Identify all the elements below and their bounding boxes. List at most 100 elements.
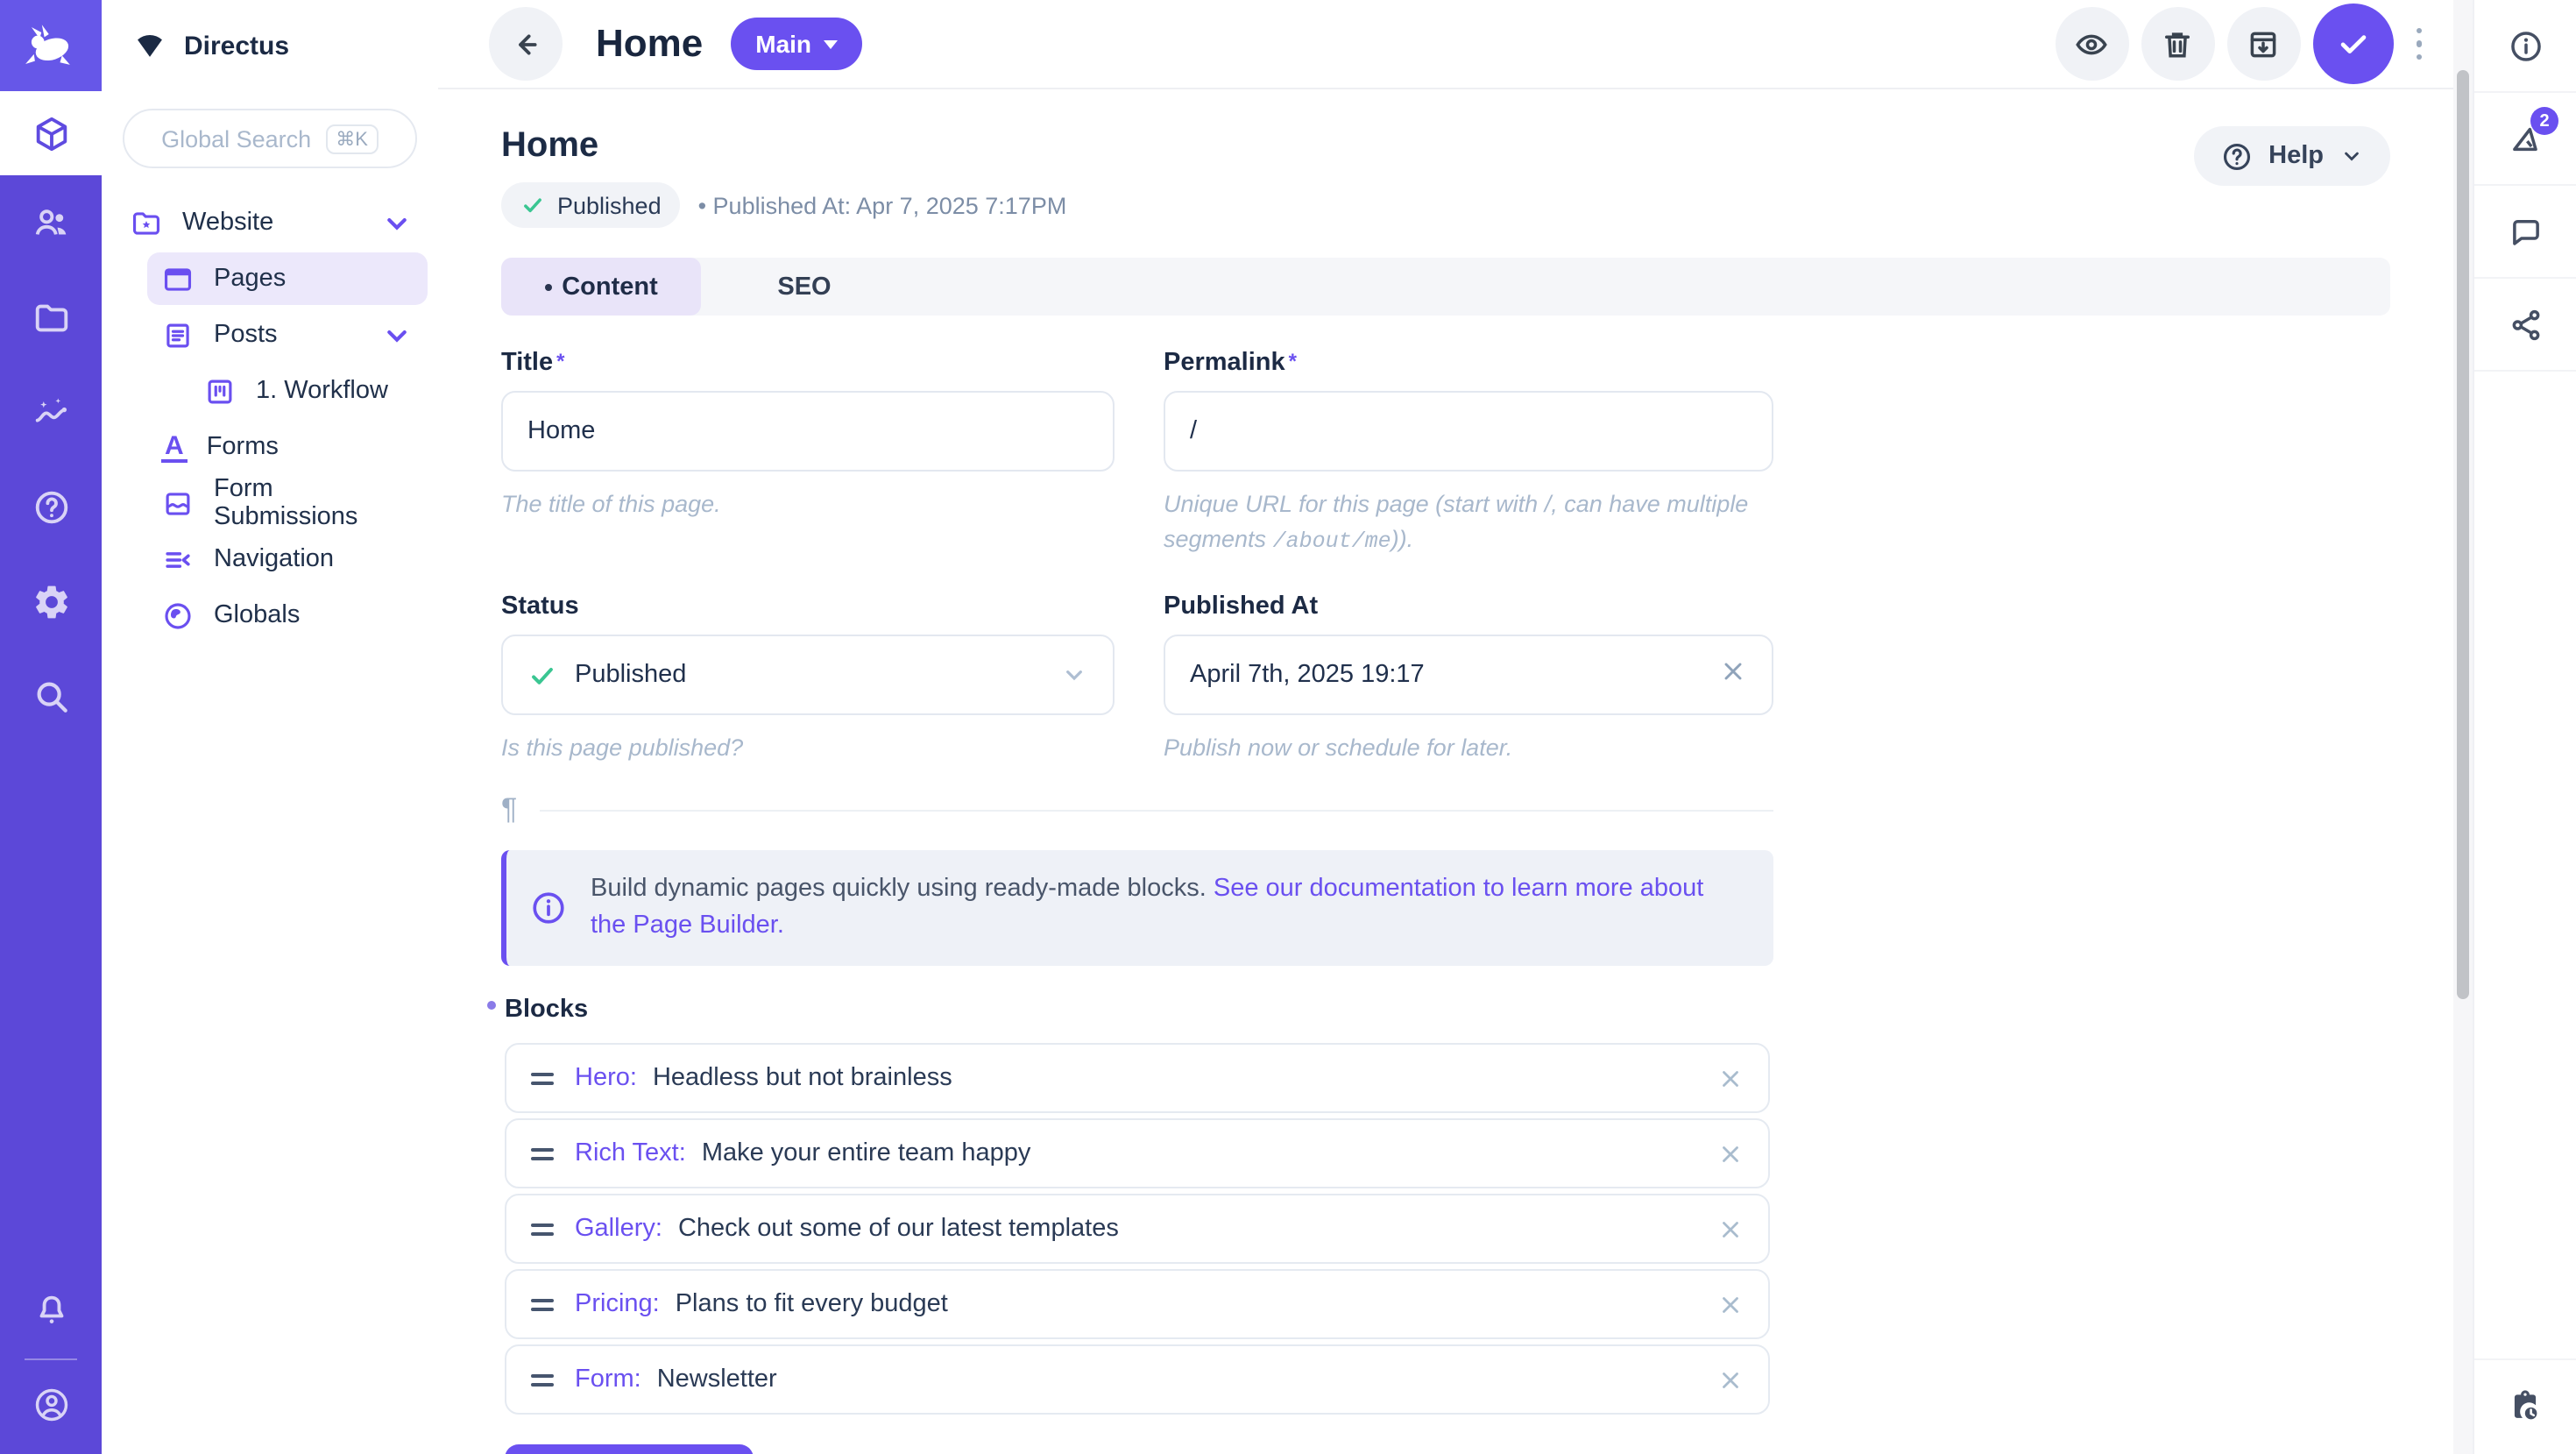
block-type-link[interactable]: Pricing: <box>575 1291 660 1319</box>
module-files[interactable] <box>0 270 102 365</box>
permalink-input[interactable] <box>1190 417 1747 445</box>
status-label: Status <box>501 592 1115 621</box>
insights-icon <box>31 392 71 432</box>
chevron-down-icon <box>2339 144 2364 168</box>
chevron-down-icon <box>1060 661 1088 689</box>
check-small-icon <box>520 193 545 217</box>
remove-block-button[interactable] <box>1717 1066 1744 1092</box>
info-icon <box>2507 27 2544 64</box>
close-icon <box>1717 1141 1744 1167</box>
user-menu-button[interactable] <box>0 1357 102 1451</box>
preview-button[interactable] <box>2055 7 2128 81</box>
sidebar-item-label: Navigation <box>214 545 334 573</box>
sidebar-revisions-button[interactable] <box>2474 1358 2576 1454</box>
remove-block-button[interactable] <box>1717 1216 1744 1243</box>
clipboard-clock-icon <box>2506 1388 2544 1427</box>
drag-handle-icon[interactable] <box>531 1148 554 1160</box>
sidebar-item-label: Pages <box>214 265 286 293</box>
block-type-link[interactable]: Gallery: <box>575 1216 662 1244</box>
published-at-field[interactable]: April 7th, 2025 19:17 <box>1164 635 1773 715</box>
status-badge: Published <box>501 182 681 228</box>
module-insights[interactable] <box>0 365 102 459</box>
navigation-sidebar: Directus Global Search ⌘K Website Pages … <box>102 0 438 1454</box>
sidebar-item-navigation[interactable]: Navigation <box>147 533 428 585</box>
tab-bar: Content SEO <box>501 258 2390 316</box>
sidebar-notifications-button[interactable]: 2 <box>2474 93 2576 186</box>
info-icon <box>529 890 568 928</box>
module-content[interactable] <box>0 91 102 175</box>
sidebar-item-globals[interactable]: Globals <box>147 589 428 642</box>
block-type-link[interactable]: Hero: <box>575 1065 637 1093</box>
close-icon <box>1717 1292 1744 1318</box>
drag-handle-icon[interactable] <box>531 1374 554 1387</box>
archive-icon <box>2245 25 2282 62</box>
sidebar-item-posts[interactable]: Posts <box>147 309 428 361</box>
check-icon <box>2333 25 2372 63</box>
module-settings[interactable] <box>0 554 102 649</box>
banner-text: Build dynamic pages quickly using ready-… <box>591 876 1214 904</box>
form-grid: Title* Permalink* The title of this page… <box>438 316 2453 767</box>
cube-icon <box>31 113 71 153</box>
help-button[interactable]: Help <box>2193 126 2390 186</box>
notifications-button[interactable] <box>0 1262 102 1357</box>
sidebar-item-forms[interactable]: A Forms <box>147 421 428 473</box>
sidebar-item-label: Forms <box>207 433 279 461</box>
arrow-left-icon <box>507 25 544 62</box>
edited-dot <box>487 1002 496 1011</box>
status-select[interactable]: Published <box>501 635 1115 715</box>
sidebar-item-website[interactable]: Website <box>116 196 428 249</box>
eye-icon <box>2073 25 2110 62</box>
drag-handle-icon[interactable] <box>531 1073 554 1085</box>
right-sidebar: 2 <box>2473 0 2576 1454</box>
browser-icon <box>161 262 195 295</box>
close-icon <box>1717 1367 1744 1394</box>
drag-handle-icon[interactable] <box>531 1299 554 1311</box>
block-row: Gallery: Check out some of our latest te… <box>505 1195 1770 1265</box>
sidebar-item-label: Globals <box>214 601 300 629</box>
sidebar-item-pages[interactable]: Pages <box>147 252 428 305</box>
back-button[interactable] <box>489 7 563 81</box>
sidebar-comments-button[interactable] <box>2474 186 2576 279</box>
info-banner: Build dynamic pages quickly using ready-… <box>501 851 1773 967</box>
scrollbar-thumb[interactable] <box>2457 70 2469 999</box>
save-button[interactable] <box>2312 4 2393 84</box>
close-icon <box>1717 1066 1744 1092</box>
sidebar-item-form-submissions[interactable]: Form Submissions <box>147 477 428 529</box>
tab-seo[interactable]: SEO <box>701 258 908 316</box>
archive-button[interactable] <box>2226 7 2300 81</box>
sidebar-item-workflow[interactable]: 1. Workflow <box>189 365 428 417</box>
page-body: Home Published • Published At: Apr 7, 20… <box>438 89 2453 1454</box>
remove-block-button[interactable] <box>1717 1141 1744 1167</box>
delete-button[interactable] <box>2141 7 2214 81</box>
project-header[interactable]: Directus <box>102 0 438 91</box>
folder-icon <box>31 297 71 337</box>
module-help[interactable] <box>0 459 102 554</box>
remove-block-button[interactable] <box>1717 1367 1744 1394</box>
add-existing-button[interactable]: Add Existing <box>505 1445 753 1454</box>
title-input[interactable] <box>527 417 1088 445</box>
block-type-link[interactable]: Form: <box>575 1366 641 1394</box>
module-users[interactable] <box>0 175 102 270</box>
clear-date-button[interactable] <box>1719 657 1747 692</box>
blocks-list: Hero: Headless but not brainless Rich Te… <box>505 1044 2390 1415</box>
published-at-hint: Publish now or schedule for later. <box>1164 731 1773 767</box>
app-root: Directus Global Search ⌘K Website Pages … <box>0 0 2576 1454</box>
search-icon <box>31 676 71 716</box>
pilcrow-icon[interactable]: ¶ <box>501 793 517 828</box>
drag-handle-icon[interactable] <box>531 1223 554 1236</box>
help-circle-icon <box>2219 139 2253 173</box>
bell-icon <box>31 1289 71 1330</box>
directus-logo[interactable] <box>0 0 102 91</box>
more-options-button[interactable] <box>2405 18 2432 71</box>
version-dropdown[interactable]: Main <box>731 18 862 70</box>
sidebar-share-button[interactable] <box>2474 279 2576 372</box>
module-search[interactable] <box>0 649 102 743</box>
remove-block-button[interactable] <box>1717 1292 1744 1318</box>
global-search-input[interactable]: Global Search ⌘K <box>123 109 417 168</box>
list-arrow-icon <box>161 543 195 576</box>
rabbit-logo-icon <box>21 16 81 75</box>
tab-content[interactable]: Content <box>501 258 701 316</box>
published-at-label: Published At <box>1164 592 1773 621</box>
sidebar-info-button[interactable] <box>2474 0 2576 93</box>
block-type-link[interactable]: Rich Text: <box>575 1140 686 1168</box>
